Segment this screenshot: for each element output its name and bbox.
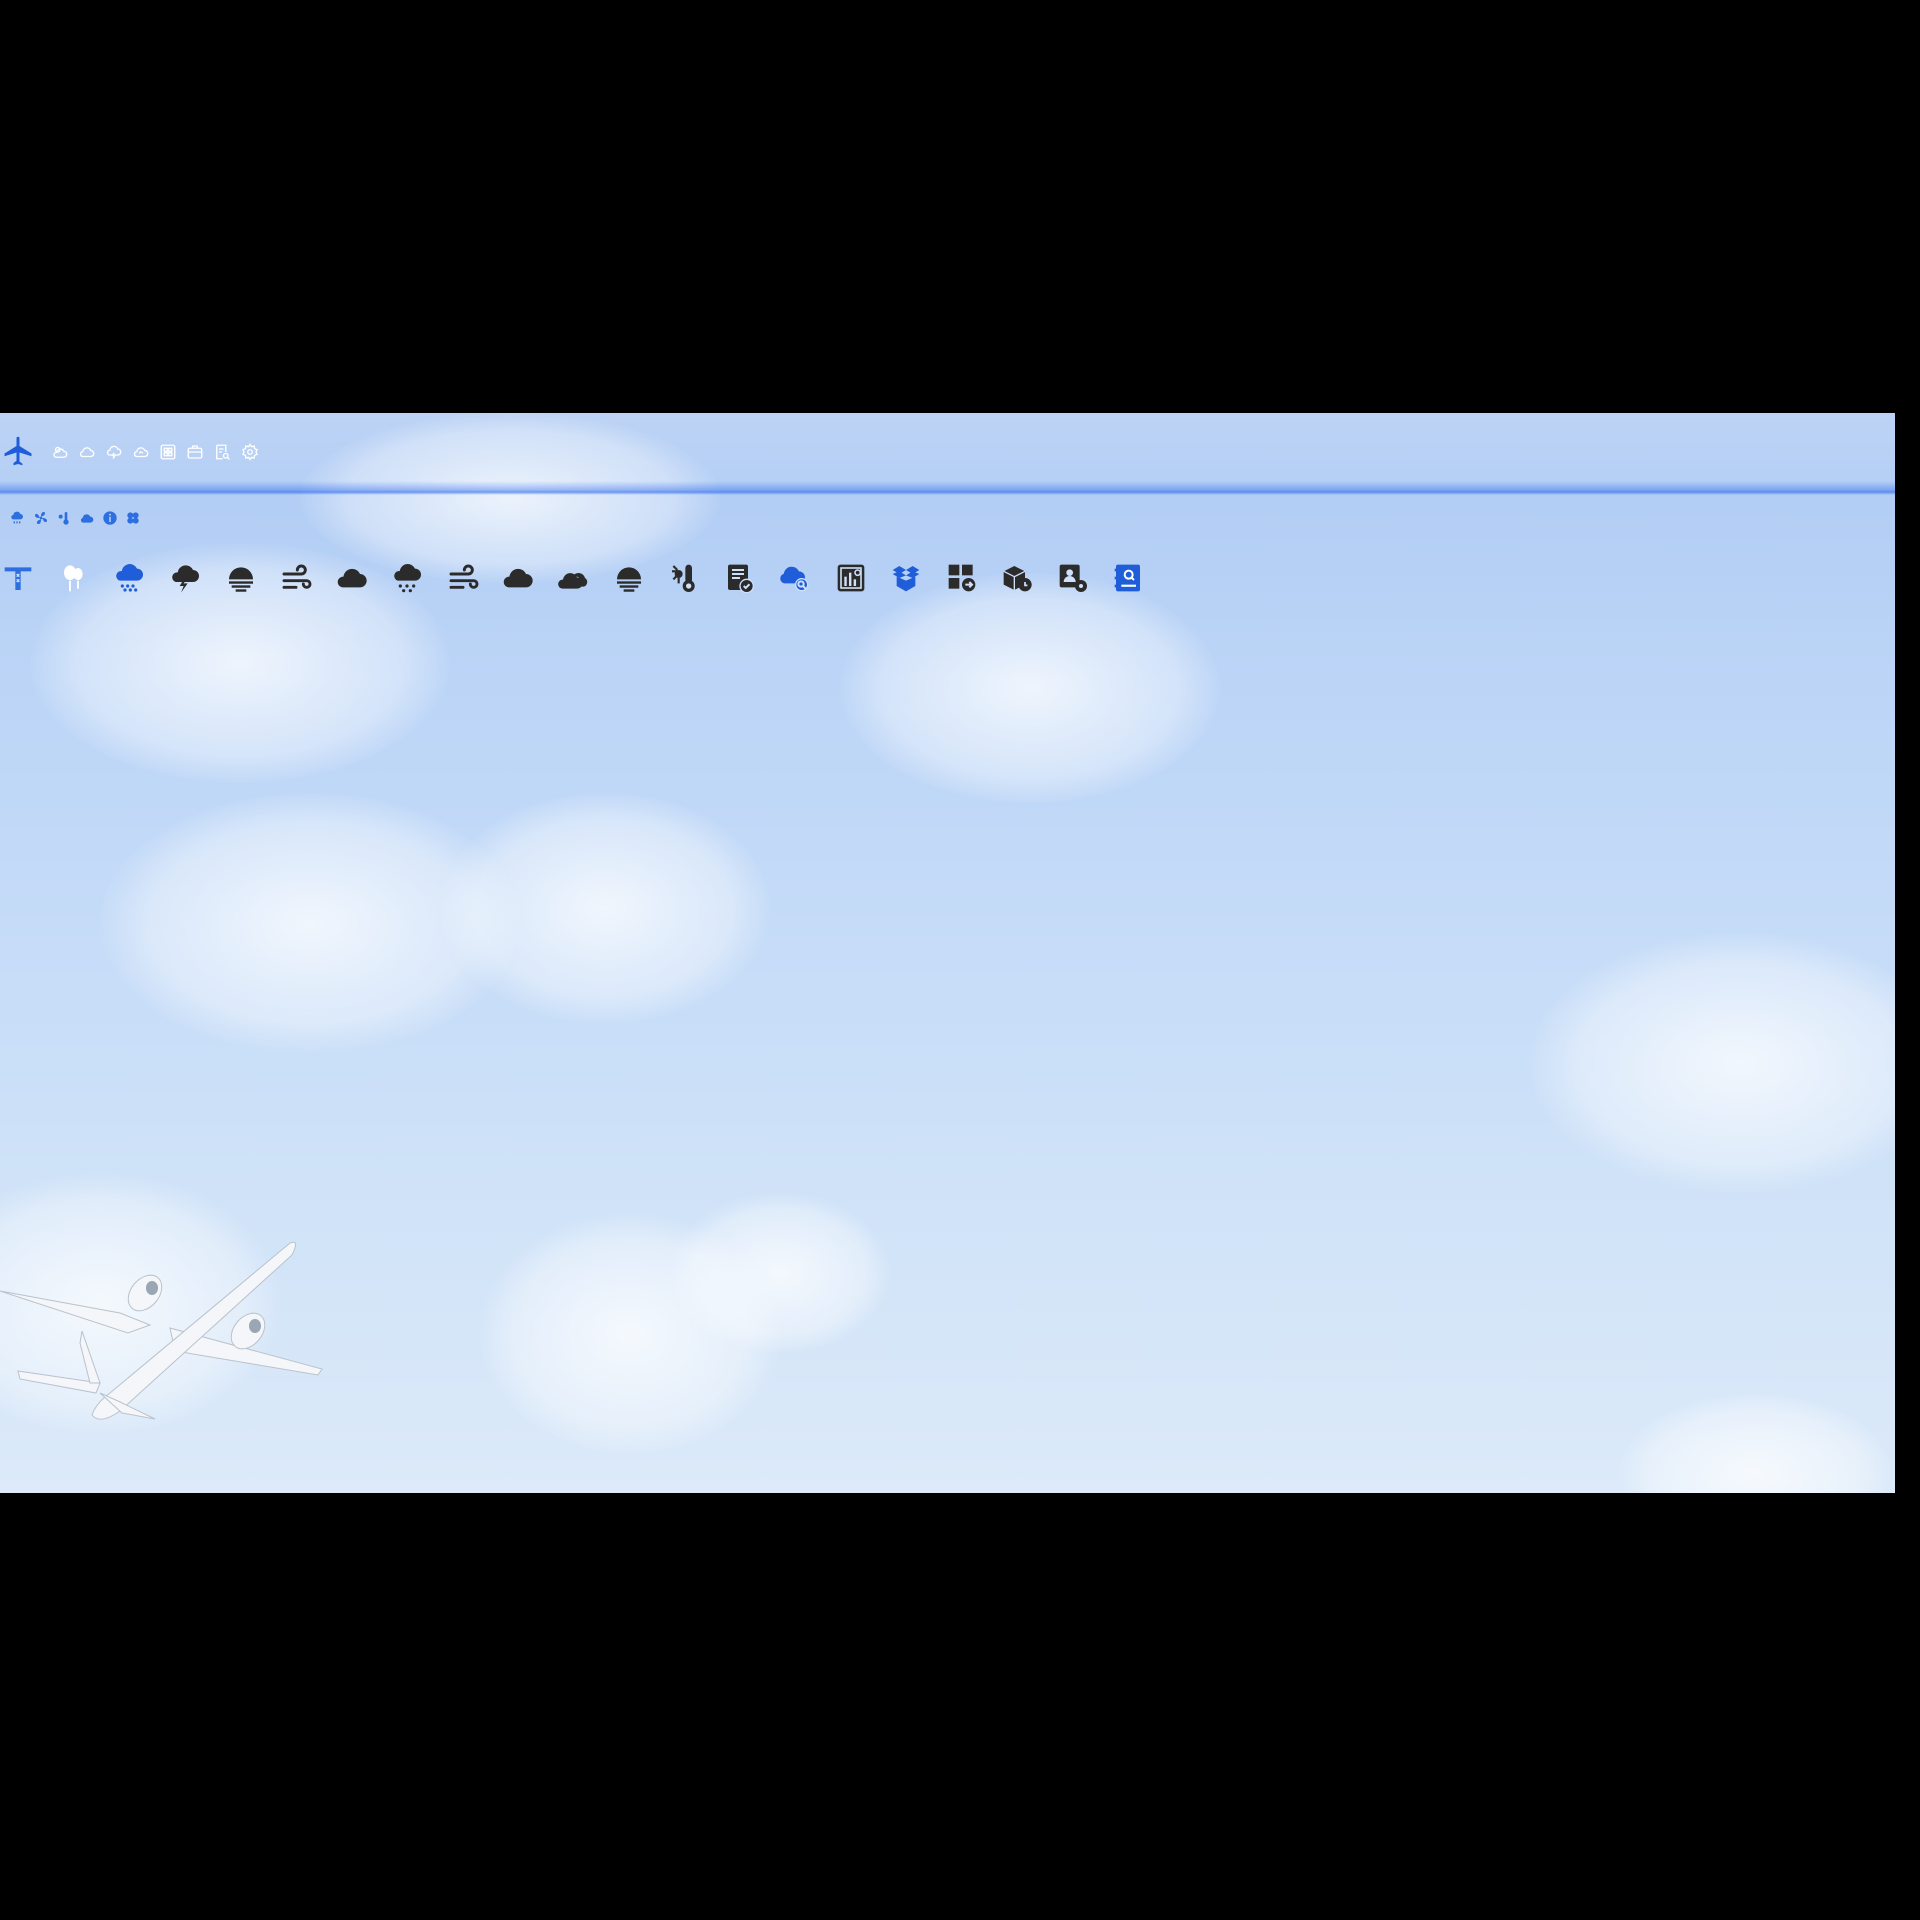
background-cloud <box>1620 1393 1890 1493</box>
rain-cloud-icon[interactable] <box>8 509 26 527</box>
thunder-cloud-icon[interactable] <box>104 442 124 462</box>
cloud-search-icon[interactable] <box>778 561 812 595</box>
briefcase-icon[interactable] <box>185 442 205 462</box>
haze-sun-icon[interactable] <box>224 561 258 595</box>
open-box-icon[interactable] <box>889 561 923 595</box>
cloud-outline-icon[interactable] <box>77 442 97 462</box>
address-book-icon[interactable] <box>1111 561 1145 595</box>
report-check-icon[interactable] <box>723 561 757 595</box>
rain-cloud-blue-icon[interactable] <box>112 561 146 595</box>
chart-board-icon[interactable] <box>834 561 868 595</box>
fan-icon[interactable] <box>32 509 50 527</box>
partly-cloudy-icon[interactable] <box>131 442 151 462</box>
wind-icon-2[interactable] <box>446 561 480 595</box>
grid-icon[interactable] <box>158 442 178 462</box>
balloon-icon[interactable] <box>57 561 91 595</box>
crane-tower-icon[interactable] <box>1 561 35 595</box>
cloudy-sun-icon[interactable] <box>50 442 70 462</box>
toolbar-divider <box>0 489 1895 495</box>
apps-export-icon[interactable] <box>945 561 979 595</box>
haze-sun-icon-2[interactable] <box>612 561 646 595</box>
sun-thermometer-icon[interactable] <box>55 509 73 527</box>
cloud-icon[interactable] <box>78 509 96 527</box>
package-clock-icon[interactable] <box>1000 561 1034 595</box>
clover-icon[interactable] <box>124 509 142 527</box>
thunderstorm-icon[interactable] <box>168 561 202 595</box>
info-circle-icon[interactable] <box>101 509 119 527</box>
hot-thermometer-icon[interactable] <box>667 561 701 595</box>
cloud-icon-2[interactable] <box>501 561 535 595</box>
airplane-icon[interactable] <box>0 433 36 469</box>
document-search-icon[interactable] <box>212 442 232 462</box>
background-cloud <box>670 1193 890 1353</box>
wind-icon[interactable] <box>279 561 313 595</box>
settings-gear-icon[interactable] <box>240 442 260 462</box>
cloud-icon[interactable] <box>335 561 369 595</box>
background-cloud <box>840 573 1220 803</box>
main-viewport <box>0 413 1895 1493</box>
airplane-illustration <box>0 1241 323 1420</box>
top-toolbar <box>0 413 1895 493</box>
user-settings-icon[interactable] <box>1056 561 1090 595</box>
double-cloud-icon[interactable] <box>556 561 590 595</box>
background-cloud <box>1530 933 1895 1193</box>
background-cloud <box>440 793 770 1023</box>
rain-icon[interactable] <box>390 561 424 595</box>
